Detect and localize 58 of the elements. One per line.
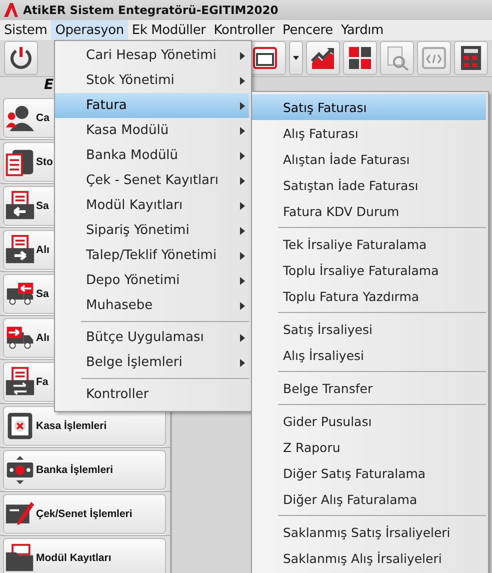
menu-item[interactable]: Satış Faturası <box>252 94 486 120</box>
menu-item[interactable]: Talep/Teklif Yönetimi <box>55 243 249 268</box>
menu-item[interactable]: Belge İşlemleri <box>55 350 249 375</box>
toolbar-caption: E <box>44 77 54 93</box>
menu-item[interactable]: Belge Transfer <box>252 375 486 401</box>
menu-bar-item[interactable]: Operasyon <box>51 20 128 40</box>
menu-item[interactable]: Stok Yönetimi <box>55 68 249 93</box>
window-title: AtikER Sistem Entegratörü-EGITIM2020 <box>23 3 278 17</box>
sidebar-button[interactable]: Kasa İşlemleri <box>3 406 166 446</box>
menu-item[interactable]: Saklanmış Alış İrsaliyeleri <box>252 545 486 571</box>
menu-item[interactable]: Diğer Satış Faturalama <box>252 460 486 486</box>
menu-item[interactable]: Toplu Fatura Yazdırma <box>252 283 486 309</box>
menu-item[interactable]: Fatura KDV Durum <box>252 198 486 224</box>
calculator-icon[interactable] <box>454 41 488 75</box>
document-tray-icon <box>5 235 35 265</box>
menu-bar-item[interactable]: Sistem <box>0 20 52 40</box>
menu-item[interactable]: Toplu İrsaliye Faturalama <box>252 257 486 283</box>
menu-item[interactable]: Satış İrsaliyesi <box>252 316 486 342</box>
menu-item[interactable]: Satıştan İade Faturası <box>252 172 486 198</box>
menu-item[interactable]: Tek İrsaliye Faturalama <box>252 231 486 257</box>
menu-item[interactable]: Fatura <box>55 93 249 118</box>
menu-item[interactable]: Alış İrsaliyesi <box>252 342 486 368</box>
menu-item[interactable]: Gider Pusulası <box>252 408 486 434</box>
menu-item[interactable]: Alıştan İade Faturası <box>252 146 486 172</box>
folder-icon <box>5 543 35 573</box>
app-logo-icon <box>4 3 18 17</box>
dropdown-button[interactable] <box>289 41 303 75</box>
menu-item[interactable]: Diğer Alış Faturalama <box>252 486 486 512</box>
menu-item[interactable]: Depo Yönetimi <box>55 268 249 293</box>
menu-item[interactable]: Z Raporu <box>252 434 486 460</box>
banknote-icon <box>5 455 35 485</box>
person-icon <box>5 103 35 133</box>
menu-item[interactable]: Çek - Senet Kayıtları <box>55 168 249 193</box>
chart-icon[interactable] <box>306 41 340 75</box>
menu-bar-item[interactable]: Pencere <box>278 20 337 40</box>
menu-bar-item[interactable]: Yardım <box>336 20 388 40</box>
menu-item[interactable]: Kontroller <box>55 382 249 407</box>
menu-item[interactable]: Kasa Modülü <box>55 118 249 143</box>
menu-item[interactable]: Alış Faturası <box>252 120 486 146</box>
menu-item[interactable]: Muhasebe <box>55 293 249 318</box>
sidebar-button[interactable]: Banka İşlemleri <box>3 450 166 490</box>
menu-item[interactable]: Bütçe Uygulaması <box>55 325 249 350</box>
menu-item[interactable]: Saklanmış Satış İrsaliyeleri <box>252 519 486 545</box>
document-tray-icon <box>5 191 35 221</box>
sidebar-button[interactable]: Çek/Senet İşlemleri <box>3 494 166 534</box>
power-icon[interactable] <box>4 41 38 75</box>
caret-icon <box>293 56 299 60</box>
menu-bar-item[interactable]: Ek Modüller <box>128 20 210 40</box>
safe-icon <box>5 411 35 441</box>
clipboard-icon <box>5 147 35 177</box>
menu-item[interactable]: Cari Hesap Yönetimi <box>55 43 249 68</box>
menu-bar-item[interactable]: Kontroller <box>210 20 279 40</box>
grid-icon[interactable] <box>343 41 377 75</box>
document-exchange-icon <box>5 367 35 397</box>
menu-item[interactable]: Modül Kayıtları <box>55 193 249 218</box>
sidebar-button[interactable]: Modül Kayıtları <box>3 538 166 573</box>
menu-item[interactable]: Banka Modülü <box>55 143 249 168</box>
menu-item[interactable]: Sipariş Yönetimi <box>55 218 249 243</box>
